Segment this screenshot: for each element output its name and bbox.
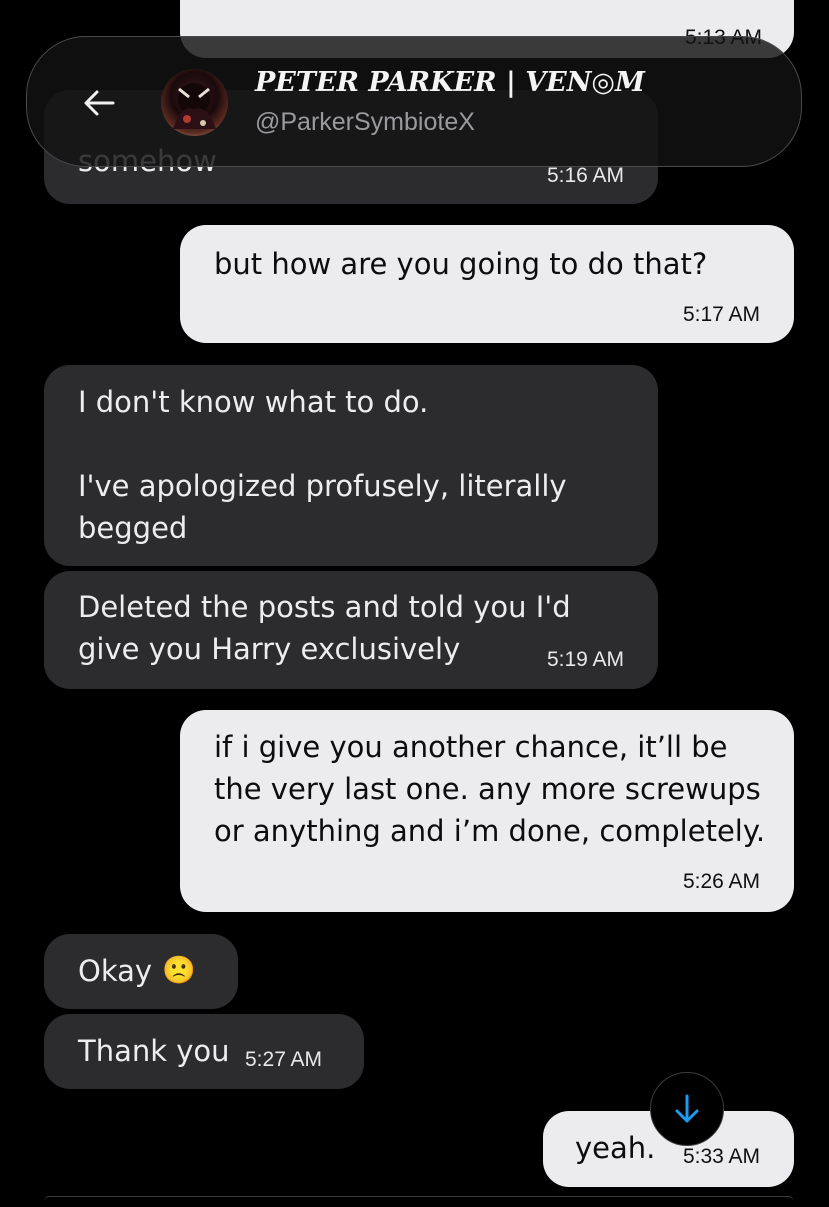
contact-handle: @ParkerSymbioteX	[255, 108, 475, 136]
message-timestamp: 5:17 AM	[682, 303, 760, 326]
arrow-down-icon	[675, 1094, 699, 1123]
message-bubble-outgoing[interactable]: but how are you going to do that? 5:17 A…	[180, 225, 794, 343]
message-timestamp: 5:33 AM	[682, 1145, 760, 1168]
message-text: Okay	[78, 954, 153, 988]
message-bubble-incoming[interactable]: Okay 🙁	[44, 934, 238, 1009]
composer-edge	[44, 1196, 794, 1207]
scroll-to-bottom-button[interactable]	[650, 1072, 724, 1146]
message-text: Thank you	[78, 1034, 230, 1068]
message-text: Deleted the posts and told you I'd give …	[78, 590, 571, 666]
conversation-header: PETER PARKER | VEN◎M @ParkerSymbioteX	[26, 36, 802, 167]
arrow-left-icon	[84, 90, 115, 116]
message-text: yeah.	[575, 1131, 656, 1165]
message-bubble-incoming[interactable]: Thank you 5:27 AM	[44, 1014, 364, 1089]
message-bubble-incoming[interactable]: Deleted the posts and told you I'd give …	[44, 571, 658, 689]
message-text: but how are you going to do that?	[214, 247, 708, 281]
message-bubble-outgoing[interactable]: if i give you another chance, it’ll be t…	[180, 710, 794, 912]
avatar[interactable]	[161, 69, 228, 136]
message-text: if i give you another chance, it’ll be t…	[214, 730, 766, 848]
frown-emoji-icon: 🙁	[162, 955, 196, 986]
message-bubble-incoming[interactable]: I don't know what to do. I've apologized…	[44, 365, 658, 566]
message-timestamp: 5:19 AM	[546, 648, 624, 671]
message-timestamp: 5:27 AM	[245, 1048, 323, 1071]
back-button[interactable]	[77, 81, 121, 125]
avatar-image	[173, 83, 216, 129]
contact-name: PETER PARKER | VEN◎M	[255, 67, 645, 98]
message-timestamp: 5:26 AM	[682, 870, 760, 893]
message-text: I don't know what to do. I've apologized…	[78, 385, 567, 545]
message-timestamp: 5:16 AM	[546, 164, 624, 187]
